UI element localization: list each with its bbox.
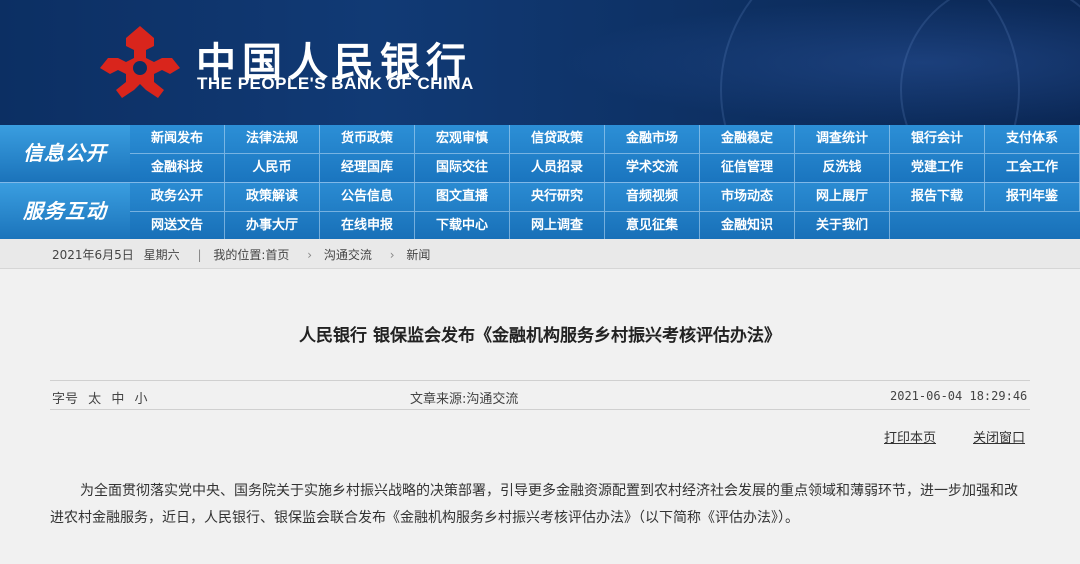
font-size-control: 字号 太 中 小 [52,388,147,407]
nav-info-item[interactable]: 信贷政策 [510,125,605,153]
nav-section-title-info: 信息公开 [0,125,130,182]
pboc-logo-icon[interactable] [96,24,184,100]
nav-info-item[interactable]: 支付体系 [985,125,1080,153]
article-title: 人民银行 银保监会发布《金融机构服务乡村振兴考核评估办法》 [299,326,781,346]
nav-info-item[interactable]: 学术交流 [605,154,700,182]
nav-service-item[interactable]: 公告信息 [320,183,415,211]
nav-service-item[interactable]: 下载中心 [415,212,510,240]
nav-items-service: 政务公开 政策解读 公告信息 图文直播 央行研究 音频视频 市场动态 网上展厅 报告下载 报刊年鉴… [130,183,1080,240]
breadcrumb-news[interactable]: 新闻 [406,248,430,262]
article-paragraph: 为全面贯彻落实党中央、国务院关于实施乡村振兴战略的决策部署，引导更多金融资源配置… [50,483,1018,526]
nav-info-item[interactable]: 国际交往 [415,154,510,182]
article-area: 人民银行 银保监会发布《金融机构服务乡村振兴考核评估办法》 字号 太 中 小 文… [0,270,1080,564]
nav-service-item[interactable]: 央行研究 [510,183,605,211]
nav-info-item[interactable]: 人员招录 [510,154,605,182]
close-window-link[interactable]: 关闭窗口 [973,427,1025,446]
nav-section-service: 服务互动 政务公开 政策解读 公告信息 图文直播 央行研究 音频视频 市场动态 网上展厅 报告下… [0,182,1080,240]
nav-section-info: 信息公开 新闻发布 法律法规 货币政策 宏观审慎 信贷政策 金融市场 金融稳定 调查统计 银行会… [0,125,1080,182]
font-size-small[interactable]: 小 [134,392,147,407]
nav-info-item[interactable]: 金融稳定 [700,125,795,153]
nav-service-item[interactable]: 关于我们 [795,212,890,240]
source-label: 文章来源: [410,392,467,407]
nav-service-item[interactable]: 网送文告 [130,212,225,240]
font-size-medium[interactable]: 中 [111,392,124,407]
nav-info-item[interactable]: 银行会计 [890,125,985,153]
nav-service-item[interactable]: 在线申报 [320,212,415,240]
meta-divider [50,409,1030,410]
nav-info-item[interactable]: 宏观审慎 [415,125,510,153]
current-weekday: 星期六 [143,248,180,262]
font-size-label: 字号 [52,392,79,407]
meta-divider [50,380,1030,381]
nav-info-item[interactable]: 人民币 [225,154,320,182]
article-source: 文章来源:沟通交流 [410,388,518,407]
header-decoration [900,0,1080,125]
nav-info-item[interactable]: 工会工作 [985,154,1080,182]
nav-info-item[interactable]: 反洗钱 [795,154,890,182]
nav-row-divider [130,211,1080,212]
chevron-right-icon: › [389,248,395,262]
nav-service-item[interactable]: 意见征集 [605,212,700,240]
nav-service-item[interactable]: 网上展厅 [795,183,890,211]
nav-service-item[interactable]: 报刊年鉴 [985,183,1080,211]
breadcrumb-home[interactable]: 首页 [265,248,289,262]
site-header: 中国人民银行 THE PEOPLE'S BANK OF CHINA [0,0,1080,125]
nav-service-item[interactable]: 报告下载 [890,183,985,211]
nav-service-item[interactable]: 音频视频 [605,183,700,211]
nav-info-item[interactable]: 法律法规 [225,125,320,153]
nav-service-item[interactable]: 图文直播 [415,183,510,211]
nav-items-info: 新闻发布 法律法规 货币政策 宏观审慎 信贷政策 金融市场 金融稳定 调查统计 银行会计 支付体系… [130,125,1080,182]
nav-info-item[interactable]: 经理国库 [320,154,415,182]
nav-info-item[interactable]: 新闻发布 [130,125,225,153]
source-value: 沟通交流 [466,392,519,407]
print-page-link[interactable]: 打印本页 [884,427,936,446]
nav-info-item[interactable]: 党建工作 [890,154,985,182]
nav-info-item[interactable]: 金融科技 [130,154,225,182]
font-size-large[interactable]: 太 [88,392,101,407]
nav-service-item[interactable]: 网上调查 [510,212,605,240]
breadcrumb-communication[interactable]: 沟通交流 [324,248,372,262]
main-navigation: 信息公开 新闻发布 法律法规 货币政策 宏观审慎 信贷政策 金融市场 金融稳定 调查统计 银行会… [0,125,1080,240]
breadcrumb-bar: 2021年6月5日 星期六 | 我的位置:首页 › 沟通交流 › 新闻 [0,239,1080,269]
breadcrumb-separator: | [197,248,202,262]
site-name-en[interactable]: THE PEOPLE'S BANK OF CHINA [197,74,474,94]
breadcrumb: 2021年6月5日 星期六 | 我的位置:首页 › 沟通交流 › 新闻 [52,246,436,263]
nav-info-item[interactable]: 货币政策 [320,125,415,153]
nav-service-item[interactable]: 政务公开 [130,183,225,211]
nav-info-item[interactable]: 征信管理 [700,154,795,182]
nav-row-divider [130,153,1080,154]
nav-service-item[interactable]: 政策解读 [225,183,320,211]
nav-info-item[interactable]: 调查统计 [795,125,890,153]
location-label: 我的位置: [213,248,266,262]
current-date: 2021年6月5日 [52,248,134,262]
nav-service-item[interactable]: 办事大厅 [225,212,320,240]
nav-service-item[interactable]: 市场动态 [700,183,795,211]
article-datetime: 2021-06-04 18:29:46 [890,389,1028,403]
nav-service-item[interactable]: 金融知识 [700,212,795,240]
chevron-right-icon: › [307,248,313,262]
nav-section-title-service: 服务互动 [0,183,130,240]
nav-info-item[interactable]: 金融市场 [605,125,700,153]
